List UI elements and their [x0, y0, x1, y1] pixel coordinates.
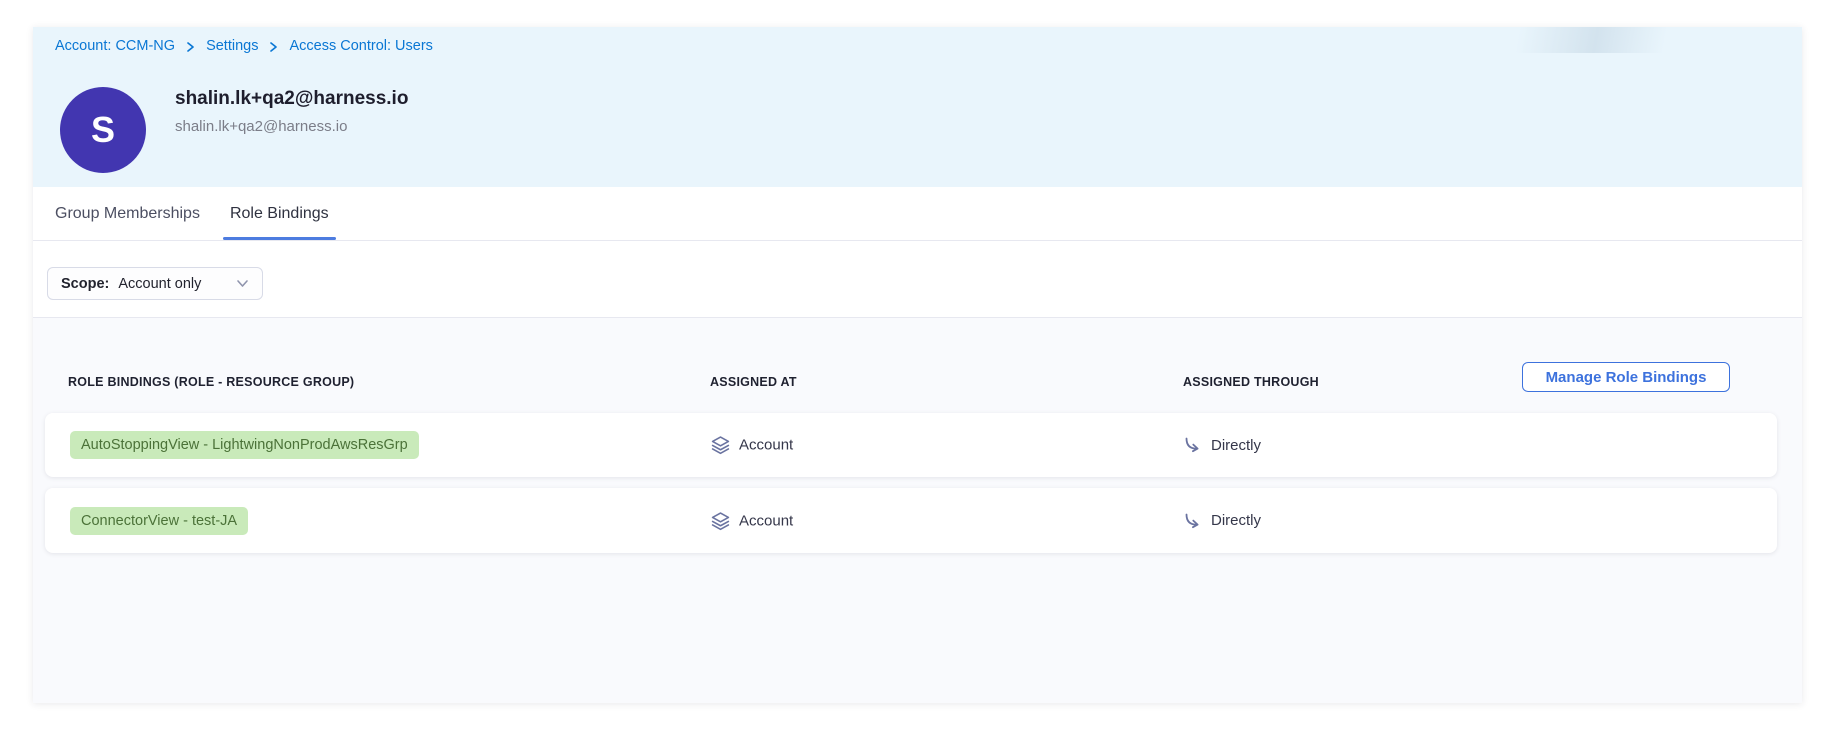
branch-arrow-icon: [1182, 435, 1202, 455]
table-row: AutoStoppingView - LightwingNonProdAwsRe…: [45, 413, 1777, 477]
layers-icon: [711, 511, 730, 530]
scope-selected-value: Account only: [118, 276, 201, 292]
assigned-at-value: Account: [739, 437, 793, 454]
avatar: S: [60, 87, 146, 173]
chevron-right-icon: [269, 41, 278, 53]
tab-bar: Group Memberships Role Bindings: [55, 187, 329, 240]
tabs-divider: [33, 240, 1802, 241]
tab-group-memberships[interactable]: Group Memberships: [55, 187, 200, 240]
branch-arrow-icon: [1182, 511, 1202, 531]
assigned-through-value: Directly: [1211, 437, 1261, 454]
tab-label: Group Memberships: [55, 205, 200, 223]
assigned-at-cell: Account: [711, 511, 793, 530]
tab-label: Role Bindings: [230, 205, 329, 223]
users-detail-page: Account: CCM-NG Settings Access Control:…: [33, 27, 1802, 703]
role-binding-badge: ConnectorView - test-JA: [70, 507, 248, 535]
breadcrumb-settings-link[interactable]: Settings: [206, 38, 258, 54]
breadcrumb-access-control-users-link[interactable]: Access Control: Users: [289, 38, 432, 54]
user-header-band: Account: CCM-NG Settings Access Control:…: [33, 27, 1802, 187]
screen: Account: CCM-NG Settings Access Control:…: [0, 0, 1822, 736]
breadcrumb: Account: CCM-NG Settings Access Control:…: [55, 38, 433, 54]
column-header-assigned-through: ASSIGNED THROUGH: [1183, 375, 1319, 389]
assigned-through-cell: Directly: [1182, 435, 1261, 455]
table-row: ConnectorView - test-JA Account Directly: [45, 488, 1777, 553]
scope-dropdown[interactable]: Scope: Account only: [47, 267, 263, 300]
assigned-through-value: Directly: [1211, 512, 1261, 529]
assigned-at-value: Account: [739, 512, 793, 529]
column-header-role-bindings: ROLE BINDINGS (ROLE - RESOURCE GROUP): [68, 375, 354, 389]
scope-label: Scope:: [61, 276, 109, 292]
role-binding-badge: AutoStoppingView - LightwingNonProdAwsRe…: [70, 431, 419, 459]
assigned-at-cell: Account: [711, 436, 793, 455]
role-bindings-section: ROLE BINDINGS (ROLE - RESOURCE GROUP) AS…: [33, 318, 1802, 703]
avatar-initial: S: [91, 109, 115, 151]
layers-icon: [711, 436, 730, 455]
chevron-down-icon: [236, 279, 249, 288]
band-corner-shade: [1502, 27, 1672, 53]
tab-role-bindings[interactable]: Role Bindings: [230, 187, 329, 240]
page-title: shalin.lk+qa2@harness.io: [175, 88, 408, 110]
user-email: shalin.lk+qa2@harness.io: [175, 118, 347, 135]
assigned-through-cell: Directly: [1182, 511, 1261, 531]
manage-role-bindings-button[interactable]: Manage Role Bindings: [1522, 362, 1730, 392]
column-header-assigned-at: ASSIGNED AT: [710, 375, 797, 389]
breadcrumb-account-link[interactable]: Account: CCM-NG: [55, 38, 175, 54]
chevron-right-icon: [186, 41, 195, 53]
